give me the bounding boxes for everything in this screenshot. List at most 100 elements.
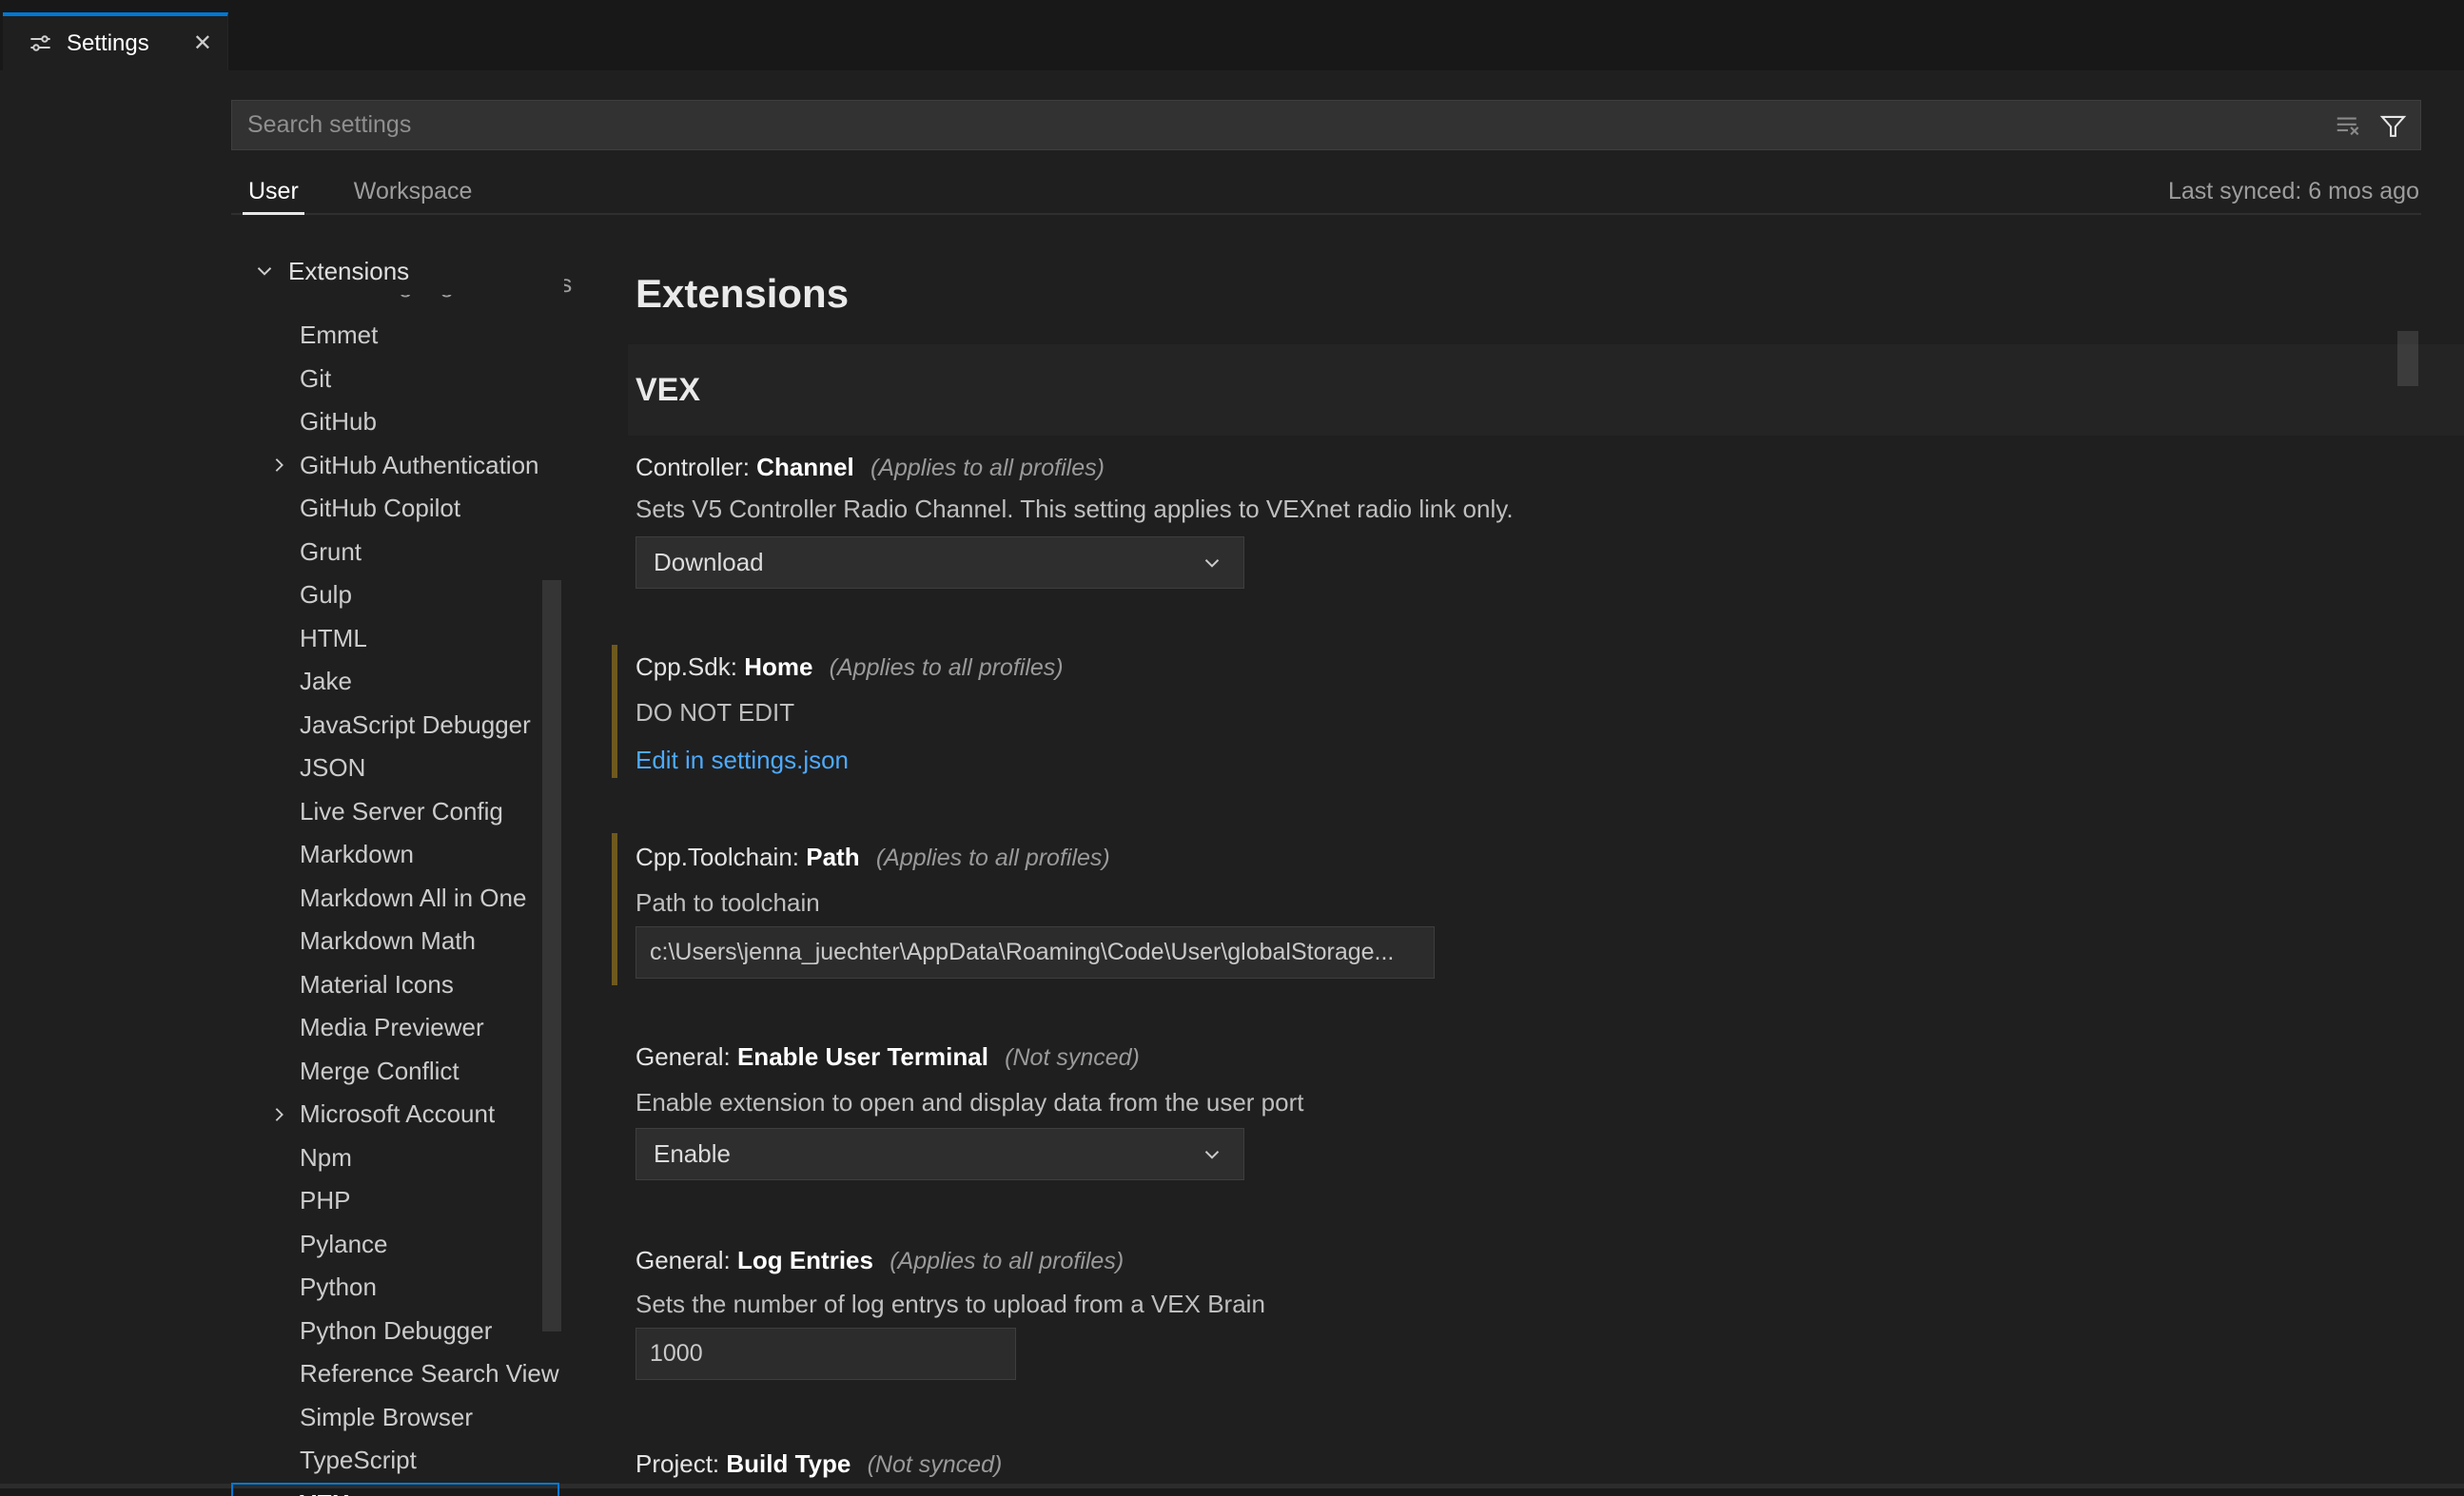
toc-item-html[interactable]: HTML	[231, 617, 559, 661]
toc-item-typescript[interactable]: TypeScript	[231, 1439, 559, 1483]
toc-item-label: GitHub	[300, 407, 377, 437]
setting-general-log-entries: General: Log Entries (Applies to all pro…	[612, 1238, 2419, 1389]
chevron-down-icon	[1200, 551, 1224, 575]
setting-description: DO NOT EDIT	[636, 698, 794, 728]
toc-item-label: Gulp	[300, 580, 352, 610]
toc-item-github-copilot[interactable]: GitHub Copilot	[231, 487, 559, 531]
search-input[interactable]	[232, 101, 2334, 149]
setting-cpptoolchain-path: Cpp.Toolchain: Path (Applies to all prof…	[612, 833, 2419, 985]
toc-item-label: Python	[300, 1273, 377, 1302]
main-scrollbar[interactable]	[2397, 331, 2418, 386]
toc-item-python-debugger[interactable]: Python Debugger	[231, 1310, 559, 1353]
toc-item-label: Media Previewer	[300, 1013, 484, 1042]
tab-user-label: User	[248, 178, 299, 205]
tab-workspace-label: Workspace	[354, 178, 473, 205]
filter-icon[interactable]	[2379, 111, 2407, 140]
setting-category: Controller:	[636, 453, 750, 481]
toc-item-label: JSON	[300, 753, 365, 783]
setting-general-enable-user-terminal: General: Enable User Terminal (Not synce…	[612, 1035, 2419, 1187]
setting-label: Cpp.Toolchain: Path (Applies to all prof…	[636, 843, 1110, 872]
toc-item-php[interactable]: PHP	[231, 1179, 559, 1223]
setting-category: General:	[636, 1246, 731, 1274]
toc-item-label: Jake	[300, 667, 352, 696]
toc-item-github-authentication[interactable]: GitHub Authentication	[231, 444, 559, 488]
chevron-right-icon	[267, 1102, 291, 1126]
clear-search-results-icon[interactable]	[2334, 111, 2362, 140]
setting-category: General:	[636, 1042, 731, 1071]
toc-item-markdown-all-in-one[interactable]: Markdown All in One	[231, 877, 559, 921]
scope-tabs-row: User Workspace Last synced: 6 mos ago	[231, 169, 2421, 215]
settings-tab[interactable]: Settings ✕	[3, 12, 228, 70]
toc-item-material-icons[interactable]: Material Icons	[231, 963, 559, 1007]
toc-item-github[interactable]: GitHub	[231, 400, 559, 444]
toc-item-simple-browser[interactable]: Simple Browser	[231, 1396, 559, 1440]
setting-description: Path to toolchain	[636, 888, 820, 918]
enable-user-terminal-select[interactable]: Enable	[636, 1128, 1244, 1180]
toc-header-extensions[interactable]: Extensions	[231, 247, 564, 295]
toc-item-label: Reference Search View	[300, 1359, 559, 1389]
toc-item-microsoft-account[interactable]: Microsoft Account	[231, 1093, 559, 1137]
toc-item-label: JavaScript Debugger	[300, 710, 531, 740]
toc-item-markdown-math[interactable]: Markdown Math	[231, 920, 559, 963]
toc-scrollbar[interactable]	[542, 580, 561, 1331]
settings-search-box	[231, 100, 2421, 150]
toolchain-path-input[interactable]	[636, 926, 1435, 979]
toc-item-merge-conflict[interactable]: Merge Conflict	[231, 1050, 559, 1094]
setting-scope: (Applies to all profiles)	[890, 1248, 1124, 1274]
controller-channel-select[interactable]: Download	[636, 536, 1244, 589]
toc-item-label: Pylance	[300, 1230, 388, 1259]
chevron-right-icon	[267, 454, 291, 477]
last-synced-status: Last synced: 6 mos ago	[2168, 169, 2419, 213]
toc-item-git[interactable]: Git	[231, 358, 559, 401]
editor-tab-bar: Settings ✕	[0, 0, 2464, 70]
setting-label: Cpp.Sdk: Home (Applies to all profiles)	[636, 652, 1064, 682]
select-value: Enable	[654, 1139, 1200, 1169]
setting-name: Log Entries	[737, 1246, 873, 1274]
tab-user[interactable]: User	[243, 169, 304, 213]
setting-label: Controller: Channel (Applies to all prof…	[636, 453, 1105, 482]
toc-item-gulp[interactable]: Gulp	[231, 573, 559, 617]
page-title: Extensions	[636, 271, 849, 317]
toc-item-pylance[interactable]: Pylance	[231, 1223, 559, 1267]
toc-item-grunt[interactable]: Grunt	[231, 531, 559, 574]
setting-scope: (Not synced)	[868, 1451, 1003, 1478]
toc-item-python[interactable]: Python	[231, 1266, 559, 1310]
setting-name: Path	[806, 843, 859, 871]
toc-item-vex[interactable]: VEX	[231, 1483, 559, 1496]
toc-item-emmet[interactable]: Emmet	[231, 314, 559, 358]
tab-workspace[interactable]: Workspace	[348, 169, 479, 213]
toc-item-label: VEX	[300, 1489, 349, 1496]
setting-description: Enable extension to open and display dat…	[636, 1088, 1303, 1117]
toc-item-label: Microsoft Account	[300, 1099, 495, 1129]
toc-item-label: Npm	[300, 1143, 352, 1173]
toc-item-label: Merge Conflict	[300, 1057, 460, 1086]
toc-item-label: Live Server Config	[300, 797, 503, 826]
setting-controller-channel: Controller: Channel (Applies to all prof…	[612, 445, 2419, 597]
toc-item-markdown[interactable]: Markdown	[231, 833, 559, 877]
toc-item-jake[interactable]: Jake	[231, 660, 559, 704]
toc-item-live-server-config[interactable]: Live Server Config	[231, 790, 559, 834]
toc-item-json[interactable]: JSON	[231, 747, 559, 790]
toc-item-label: TypeScript	[300, 1446, 417, 1475]
toc-item-javascript-debugger[interactable]: JavaScript Debugger	[231, 704, 559, 748]
setting-scope: (Applies to all profiles)	[870, 455, 1105, 481]
setting-scope: (Not synced)	[1005, 1044, 1140, 1071]
edit-in-settings-json-link[interactable]: Edit in settings.json	[636, 746, 849, 775]
setting-cppsdk-home: Cpp.Sdk: Home (Applies to all profiles) …	[612, 645, 2419, 778]
toc-item-label: Markdown	[300, 840, 414, 869]
log-entries-input[interactable]	[636, 1328, 1016, 1380]
setting-scope: (Applies to all profiles)	[876, 845, 1110, 871]
tab-close-icon[interactable]: ✕	[193, 29, 212, 57]
toc-item-label: PHP	[300, 1186, 350, 1215]
setting-description: Sets the number of log entrys to upload …	[636, 1290, 1265, 1319]
toc-item-label: Python Debugger	[300, 1316, 492, 1346]
toc-item-npm[interactable]: Npm	[231, 1137, 559, 1180]
toc-item-label: GitHub Copilot	[300, 494, 460, 523]
toc-item-media-previewer[interactable]: Media Previewer	[231, 1006, 559, 1050]
toc-item-reference-search-view[interactable]: Reference Search View	[231, 1352, 559, 1396]
chevron-down-icon	[252, 259, 277, 283]
tab-title: Settings	[67, 30, 149, 57]
setting-name: Build Type	[726, 1449, 851, 1478]
toc-item-label: Markdown Math	[300, 926, 476, 956]
setting-category: Cpp.Toolchain:	[636, 843, 799, 871]
